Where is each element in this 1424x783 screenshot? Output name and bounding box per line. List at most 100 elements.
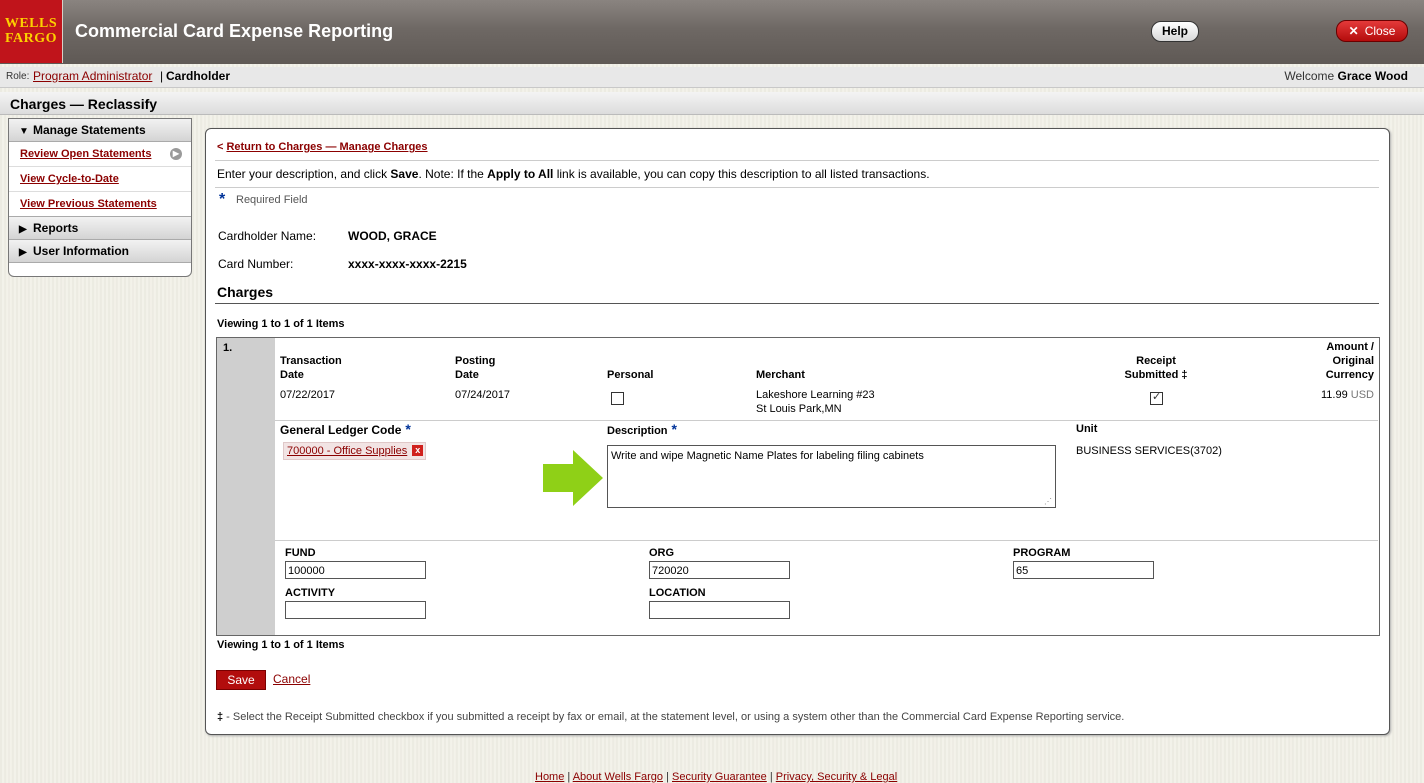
sidebar-link-view-previous-statements[interactable]: View Previous Statements [20, 198, 157, 210]
gl-code-tag: 700000 - Office Supplies x [283, 442, 427, 460]
unit-value: BUSINESS SERVICES(3702) [1076, 445, 1222, 457]
collapsed-triangle-icon: ▶ [19, 247, 27, 258]
row-number: 1. [223, 342, 233, 354]
location-input[interactable] [649, 601, 790, 619]
green-arrow-icon [543, 450, 603, 506]
instr-text-2: . Note: If the [418, 167, 488, 181]
header-personal: Personal [607, 369, 654, 381]
return-link-row: < Return to Charges — Manage Charges [217, 141, 428, 153]
footer-link-about[interactable]: About Wells Fargo [573, 771, 663, 783]
required-star-icon: * [671, 421, 677, 437]
card-number-value: xxxx-xxxx-xxxx-2215 [348, 257, 467, 271]
location-label: LOCATION [649, 587, 706, 599]
close-button[interactable]: ✕ Close [1336, 20, 1408, 42]
footer-link-privacy[interactable]: Privacy, Security & Legal [776, 771, 897, 783]
merchant-location: St Louis Park,MN [756, 403, 842, 415]
unit-label: Unit [1076, 423, 1098, 435]
cardholder-name-value: WOOD, GRACE [348, 229, 437, 243]
app-title: Commercial Card Expense Reporting [75, 21, 394, 41]
sidebar-item-view-cycle-to-date[interactable]: View Cycle-to-Date [9, 167, 191, 192]
page-title: Charges — Reclassify [10, 96, 158, 112]
footer-links: Home | About Wells Fargo | Security Guar… [535, 771, 897, 783]
divider [215, 160, 1379, 161]
description-label: Description * [607, 422, 677, 438]
merchant: Lakeshore Learning #23 St Louis Park,MN [756, 388, 875, 416]
expanded-triangle-icon: ▼ [19, 126, 29, 137]
amount: 11.99 USD [1321, 388, 1374, 402]
divider [215, 187, 1379, 188]
fund-input[interactable]: 100000 [285, 561, 426, 579]
gl-code-link[interactable]: 700000 - Office Supplies [287, 445, 407, 457]
role-program-administrator-link[interactable]: Program Administrator [33, 69, 152, 83]
sidebar-section-label: Reports [33, 221, 79, 235]
instr-text-1: Enter your description, and click [217, 167, 391, 181]
footer-link-security-guarantee[interactable]: Security Guarantee [672, 771, 767, 783]
header-receipt-submitted: Receipt Submitted ‡ [1117, 354, 1195, 382]
footer-separator: | [564, 771, 573, 783]
receipt-footnote: ‡ - Select the Receipt Submitted checkbo… [217, 711, 1124, 723]
cardholder-name-label: Cardholder Name: [218, 229, 317, 243]
close-label: Close [1364, 24, 1396, 38]
logo-line-2: FARGO [4, 31, 57, 46]
org-label: ORG [649, 547, 675, 559]
sidebar-section-reports[interactable]: ▶ Reports [9, 216, 191, 240]
role-bar: Role: Program Administrator | Cardholder… [0, 67, 1424, 88]
header-text: Date [280, 369, 304, 381]
footer-link-home[interactable]: Home [535, 771, 564, 783]
header-transaction-date: Transaction Date [280, 354, 342, 382]
role-separator: | [160, 69, 164, 83]
save-button[interactable]: Save [216, 670, 266, 690]
remove-icon[interactable]: x [412, 445, 424, 456]
header-text: Transaction [280, 355, 342, 367]
header-text: Date [455, 369, 479, 381]
amount-value: 11.99 [1320, 389, 1348, 401]
program-label: PROGRAM [1013, 547, 1071, 559]
cancel-link[interactable]: Cancel [273, 672, 310, 686]
header-text: Currency [1325, 369, 1374, 381]
instr-save-word: Save [390, 167, 419, 181]
role-cardholder: Cardholder [166, 69, 231, 83]
program-input[interactable]: 65 [1013, 561, 1154, 579]
sidebar-section-manage-statements[interactable]: ▼ Manage Statements [9, 119, 191, 142]
header-text: Posting [455, 355, 496, 367]
currency: USD [1350, 389, 1374, 401]
posting-date: 07/24/2017 [455, 389, 511, 401]
merchant-name: Lakeshore Learning #23 [756, 389, 875, 401]
header-posting-date: Posting Date [455, 354, 495, 382]
activity-input[interactable] [285, 601, 426, 619]
header-amount: Amount / Original Currency [1326, 340, 1374, 382]
sidebar-link-review-open-statements[interactable]: Review Open Statements [20, 148, 151, 160]
sidebar-section-user-information[interactable]: ▶ User Information [9, 240, 191, 263]
receipt-submitted-checkbox[interactable] [1150, 390, 1163, 405]
row-number-column: 1. [217, 338, 275, 635]
sidebar-link-view-cycle-to-date[interactable]: View Cycle-to-Date [20, 173, 119, 185]
sidebar-item-view-previous-statements[interactable]: View Previous Statements [9, 192, 191, 216]
wells-fargo-logo[interactable]: WELLS FARGO [0, 0, 63, 63]
main-panel: < Return to Charges — Manage Charges Ente… [205, 128, 1390, 735]
required-star-icon: * [219, 191, 226, 208]
description-textarea[interactable]: Write and wipe Magnetic Name Plates for … [607, 445, 1056, 508]
viewing-count-top: Viewing 1 to 1 of 1 Items [217, 318, 345, 330]
role-label: Role: [6, 71, 30, 82]
header-text: Receipt [1136, 355, 1176, 367]
description-text: Write and wipe Magnetic Name Plates for … [611, 450, 924, 462]
personal-checkbox[interactable] [611, 392, 624, 405]
user-name: Grace Wood [1337, 69, 1408, 83]
org-input[interactable]: 720020 [649, 561, 790, 579]
row-divider [275, 540, 1378, 541]
resize-grip-icon[interactable]: ⋰ [1044, 497, 1052, 506]
footnote-text: - Select the Receipt Submitted checkbox … [223, 711, 1125, 723]
welcome-prefix: Welcome [1284, 69, 1335, 83]
arrow-circle-icon: ▶ [170, 148, 182, 160]
help-button[interactable]: Help [1151, 21, 1199, 42]
card-number-label: Card Number: [218, 257, 294, 271]
instr-text-3: link is available, you can copy this des… [553, 167, 930, 181]
gl-code-label: General Ledger Code * [280, 422, 411, 437]
row-divider [275, 420, 1378, 421]
header-merchant: Merchant [756, 369, 805, 381]
footer-separator: | [766, 771, 776, 783]
return-to-charges-link[interactable]: Return to Charges — Manage Charges [226, 141, 427, 153]
divider [215, 303, 1379, 304]
logo-line-1: WELLS [4, 16, 58, 31]
sidebar-item-review-open-statements[interactable]: Review Open Statements ▶ [9, 142, 191, 167]
